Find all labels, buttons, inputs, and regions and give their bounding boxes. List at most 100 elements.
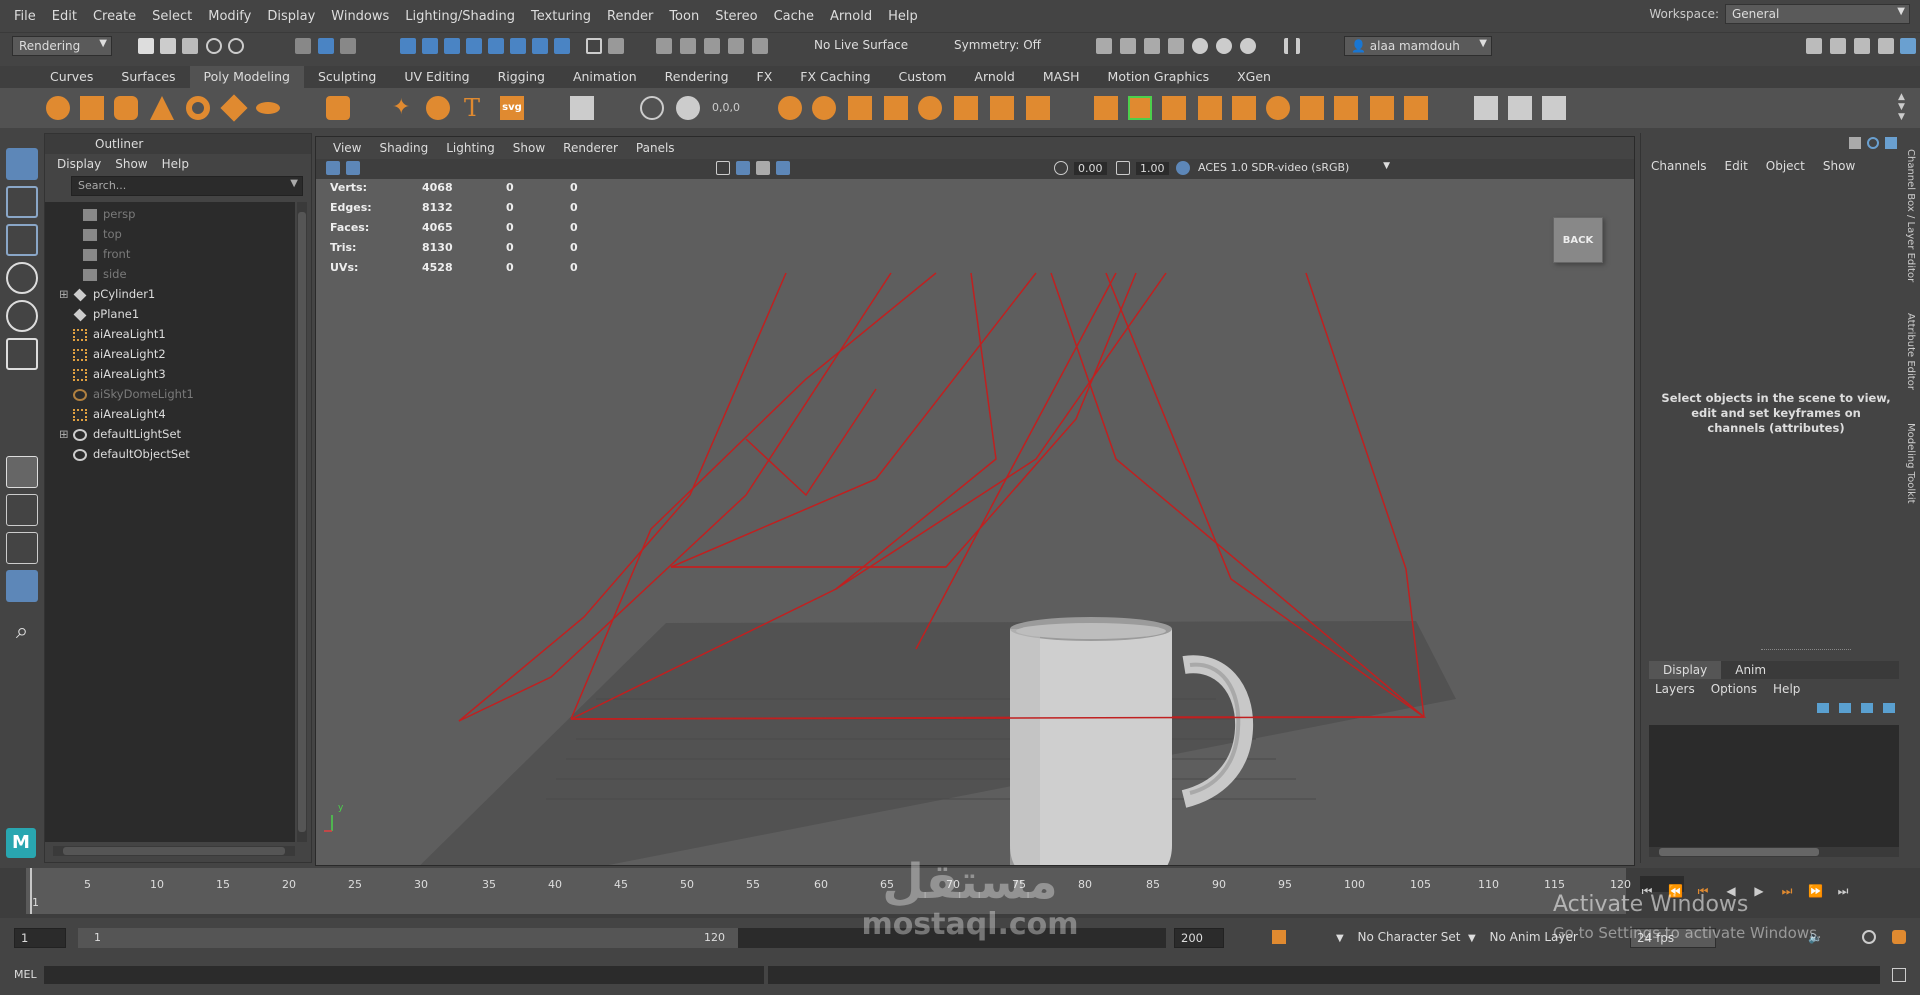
super-shape-icon[interactable]: ✦: [392, 96, 416, 120]
mask-vertex-icon[interactable]: [400, 38, 416, 54]
shelf-tab-motion-graphics[interactable]: Motion Graphics: [1094, 66, 1224, 88]
snap-curve-icon[interactable]: [680, 38, 696, 54]
viewport-menu-show[interactable]: Show: [504, 141, 554, 155]
shelf-tab-mash[interactable]: MASH: [1029, 66, 1094, 88]
sweep-mesh-icon[interactable]: [426, 96, 450, 120]
object-menu[interactable]: Object: [1766, 159, 1805, 173]
sculpt-tool-icon[interactable]: [1474, 96, 1498, 120]
list-item[interactable]: front: [83, 244, 130, 264]
poly-cylinder-icon[interactable]: [114, 96, 138, 120]
modeling-toolkit-icon[interactable]: [1806, 38, 1822, 54]
multi-cut-icon[interactable]: [1094, 96, 1118, 120]
mask-rendering-icon[interactable]: [554, 38, 570, 54]
list-item[interactable]: aiAreaLight4: [73, 404, 166, 424]
target-weld-icon[interactable]: [1026, 96, 1050, 120]
select-component-icon[interactable]: [340, 38, 356, 54]
expand-icon[interactable]: ⊞: [59, 424, 73, 444]
mask-face-icon[interactable]: [444, 38, 460, 54]
gamma-value[interactable]: 0.00: [1074, 162, 1107, 175]
viewport-menu-view[interactable]: View: [324, 141, 370, 155]
tab-modeling-toolkit[interactable]: Modeling Toolkit: [1905, 423, 1916, 504]
scale-tool-icon[interactable]: [6, 338, 38, 370]
snap-live-icon[interactable]: [752, 38, 768, 54]
duplicate-face-icon[interactable]: [1334, 96, 1358, 120]
highlight-selection-icon[interactable]: [608, 38, 624, 54]
shelf-tab-curves[interactable]: Curves: [36, 66, 107, 88]
network-icon[interactable]: [1849, 137, 1861, 149]
character-set-select[interactable]: ▼ No Character Set: [1330, 928, 1480, 948]
outliner-menu-show[interactable]: Show: [115, 157, 147, 171]
shelf-tab-fx[interactable]: FX: [743, 66, 787, 88]
command-language-label[interactable]: MEL: [14, 968, 37, 981]
layout-toggle-icon[interactable]: [1900, 38, 1916, 54]
mirror-icon[interactable]: [1404, 96, 1428, 120]
color-management-icon[interactable]: [1176, 161, 1190, 175]
refresh-icon[interactable]: [1867, 137, 1879, 149]
list-item[interactable]: pPlane1: [73, 304, 139, 324]
range-slider-handle[interactable]: [78, 928, 738, 948]
list-item[interactable]: aiAreaLight1: [73, 324, 166, 344]
menu-texturing[interactable]: Texturing: [523, 9, 599, 24]
single-view-icon[interactable]: [6, 456, 38, 488]
show-menu[interactable]: Show: [1823, 159, 1855, 173]
exposure-value[interactable]: 1.00: [1136, 162, 1169, 175]
mask-curve-icon[interactable]: [488, 38, 504, 54]
bridge-icon[interactable]: [848, 96, 872, 120]
append-polygon-icon[interactable]: [918, 96, 942, 120]
search-icon[interactable]: ⌕: [6, 616, 38, 648]
arnold-ipr-icon[interactable]: [1240, 38, 1256, 54]
poly-cone-icon[interactable]: [150, 96, 174, 120]
layer-horizontal-scrollbar[interactable]: [1649, 847, 1899, 857]
tab-attribute-editor[interactable]: Attribute Editor: [1905, 313, 1916, 390]
merge-icon[interactable]: [990, 96, 1014, 120]
poly-plane-icon[interactable]: [220, 94, 248, 122]
select-hierarchy-icon[interactable]: [295, 38, 311, 54]
menu-render[interactable]: Render: [599, 9, 661, 24]
sculpt-relax-icon[interactable]: [1508, 96, 1532, 120]
ipr-render-icon[interactable]: [1144, 38, 1160, 54]
outliner-horizontal-scrollbar[interactable]: [53, 846, 295, 856]
type-tool-icon[interactable]: T: [464, 96, 488, 120]
mask-uv-icon[interactable]: [466, 38, 482, 54]
smooth-icon[interactable]: 0,0,0: [712, 96, 740, 120]
list-item[interactable]: aiSkyDomeLight1: [73, 384, 194, 404]
poly-cube-icon[interactable]: [80, 96, 104, 120]
move-layer-up-icon[interactable]: [1817, 703, 1829, 713]
tool-settings-icon[interactable]: [1854, 38, 1870, 54]
pause-icon[interactable]: [1284, 38, 1300, 54]
two-view-icon[interactable]: [6, 532, 38, 564]
command-input[interactable]: [44, 966, 764, 984]
attribute-editor-icon[interactable]: [1830, 38, 1846, 54]
shelf-scroll-arrows[interactable]: ▲ ▼ ▼: [1898, 92, 1905, 122]
menu-toon[interactable]: Toon: [661, 9, 707, 24]
tab-channel-box-layer-editor[interactable]: Channel Box / Layer Editor: [1905, 149, 1916, 282]
viewport-panel[interactable]: View Shading Lighting Show Renderer Pane…: [315, 136, 1635, 866]
render-current-frame-icon[interactable]: [1120, 38, 1136, 54]
menu-modify[interactable]: Modify: [200, 9, 259, 24]
channel-box-icon[interactable]: [1878, 38, 1894, 54]
step-forward-frame-icon[interactable]: ⏩: [1808, 884, 1823, 898]
sculpt-grab-icon[interactable]: [1542, 96, 1566, 120]
menu-help[interactable]: Help: [880, 9, 926, 24]
panel-splitter[interactable]: [1761, 649, 1851, 651]
snap-grid-icon[interactable]: [656, 38, 672, 54]
four-view-icon[interactable]: [6, 494, 38, 526]
tab-anim-layers[interactable]: Anim: [1721, 661, 1780, 679]
collapse-icon[interactable]: [1232, 96, 1256, 120]
shelf-tab-poly-modeling[interactable]: Poly Modeling: [189, 66, 304, 88]
mask-dynamics-icon[interactable]: [532, 38, 548, 54]
smooth-shade-icon[interactable]: [736, 161, 750, 175]
lights-icon[interactable]: [776, 161, 790, 175]
tab-display-layers[interactable]: Display: [1649, 661, 1722, 679]
select-tool-icon[interactable]: [6, 148, 38, 180]
preferences-icon[interactable]: [1892, 930, 1906, 944]
colorspace-select[interactable]: ACES 1.0 SDR-video (sRGB) ▼: [1194, 160, 1394, 177]
channels-menu[interactable]: Channels: [1651, 159, 1707, 173]
viewport-menu-renderer[interactable]: Renderer: [554, 141, 627, 155]
lasso-tool-icon[interactable]: [6, 186, 38, 218]
menu-windows[interactable]: Windows: [323, 9, 397, 24]
poke-icon[interactable]: [1266, 96, 1290, 120]
extract-icon[interactable]: [1370, 96, 1394, 120]
outliner-menu-help[interactable]: Help: [162, 157, 189, 171]
live-surface-field[interactable]: No Live Surface: [808, 36, 908, 56]
